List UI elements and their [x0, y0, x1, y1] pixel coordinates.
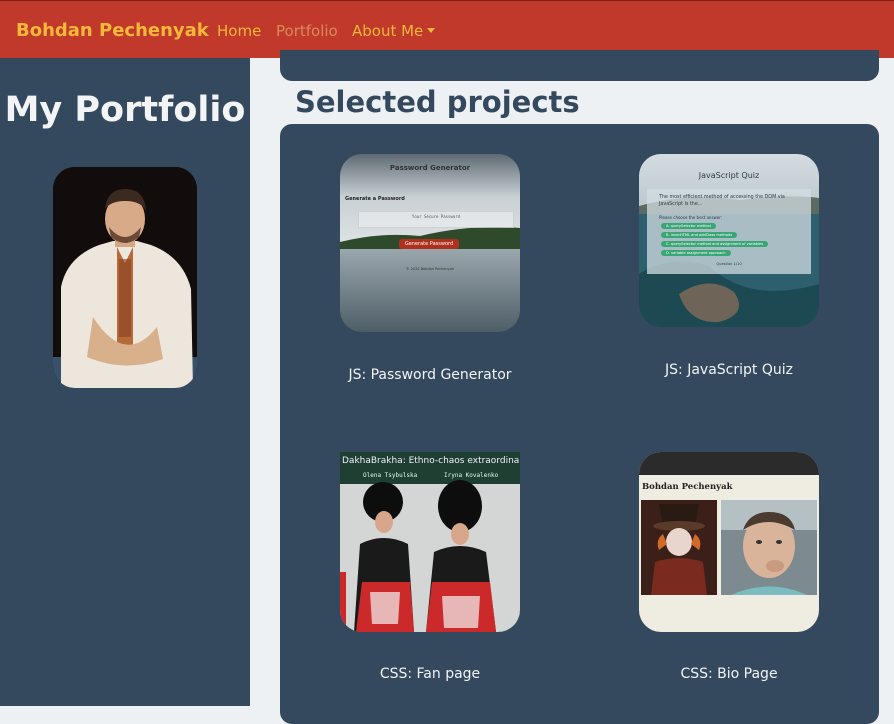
thumb-name-left: Olena Tsybulska: [363, 472, 418, 479]
thumb-option-d: D. variable assignment approach: [661, 250, 731, 256]
caret-down-icon: [427, 28, 436, 33]
thumb-subtitle: Generate a Password: [345, 196, 405, 202]
thumb-name-right: Iryna Kovalenko: [444, 472, 499, 479]
thumb-footer: © 2020 Bohdan Pechenyak: [406, 267, 454, 271]
project-thumbnail-password-generator[interactable]: Password Generator Generate a Password Y…: [340, 154, 520, 332]
thumb-password-field: Your Secure Password: [358, 211, 514, 228]
thumb-option-c: C. querySelector method and assignment o…: [661, 241, 769, 247]
section-title: Selected projects: [295, 85, 580, 119]
thumb-header-bar: [639, 452, 819, 475]
thumb-photo-hatter: [641, 500, 717, 595]
thumb-title: Bohdan Pechenyak: [642, 482, 733, 492]
thumb-generate-button: Generate Password: [399, 239, 459, 249]
profile-photo: [53, 167, 197, 388]
thumb-counter: Question 1/10: [716, 262, 742, 266]
project-label-javascript-quiz[interactable]: JS: JavaScript Quiz: [629, 362, 829, 378]
project-label-bio-page[interactable]: CSS: Bio Page: [629, 666, 829, 682]
top-card: [280, 50, 879, 81]
thumb-title: DakhaBrakha: Ethno-chaos extraordinaire: [342, 456, 520, 466]
thumb-prompt: Please choose the best answer:: [659, 215, 723, 220]
project-thumbnail-fan-page[interactable]: DakhaBrakha: Ethno-chaos extraordinaire …: [340, 452, 520, 632]
sidebar-title: My Portfolio: [4, 90, 246, 130]
nav-link-portfolio[interactable]: Portfolio: [276, 22, 338, 40]
project-label-password-generator[interactable]: JS: Password Generator: [330, 367, 530, 383]
thumb-option-a: A. querySelector method: [661, 223, 716, 229]
thumb-question: The most efficient method of accessing t…: [659, 195, 785, 207]
nav-dropdown-label: About Me: [352, 22, 424, 40]
thumb-title: JavaScript Quiz: [698, 171, 760, 180]
project-thumbnail-javascript-quiz[interactable]: JavaScript Quiz The most efficient metho…: [639, 154, 819, 327]
thumb-title: Password Generator: [389, 164, 471, 172]
nav-dropdown-about-me[interactable]: About Me: [352, 22, 436, 40]
project-label-fan-page[interactable]: CSS: Fan page: [330, 666, 530, 682]
nav-link-home[interactable]: Home: [217, 22, 261, 40]
sidebar: My Portfolio: [0, 58, 250, 706]
thumb-option-b: B. innerHTML and addClass methods: [661, 232, 738, 238]
project-thumbnail-bio-page[interactable]: Bohdan Pechenyak: [639, 452, 819, 632]
thumb-photo-selfie: [721, 500, 817, 595]
navbar-brand[interactable]: Bohdan Pechenyak: [16, 20, 209, 41]
